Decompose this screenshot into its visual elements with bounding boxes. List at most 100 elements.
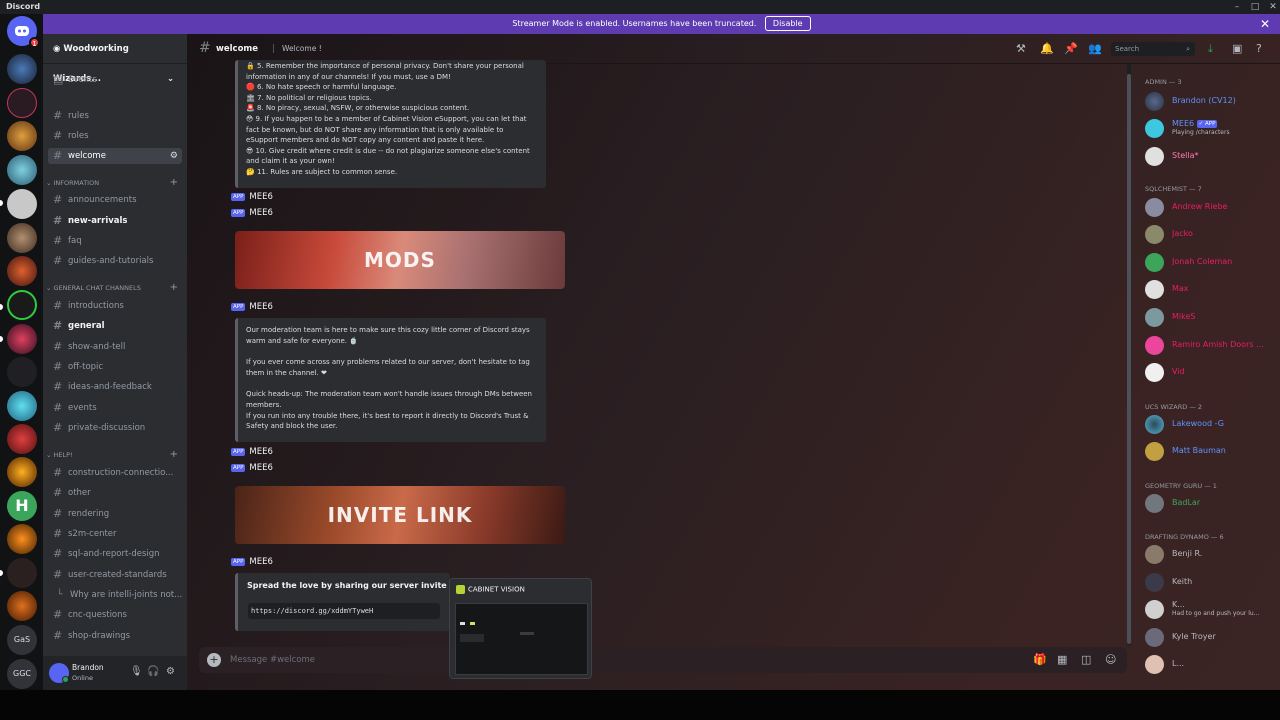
server-icon[interactable]: H bbox=[7, 491, 37, 521]
add-channel-icon[interactable]: + bbox=[170, 449, 178, 461]
server-icon[interactable] bbox=[7, 54, 37, 84]
channel-announcements[interactable]: # announcements bbox=[48, 192, 182, 208]
channel-guides[interactable]: # guides-and-tutorials bbox=[48, 253, 182, 269]
category-information[interactable]: ⌄ INFORMATION + bbox=[46, 177, 184, 189]
channel-rules[interactable]: # rules bbox=[48, 108, 182, 124]
sticker-icon[interactable]: ◫ bbox=[1081, 653, 1091, 666]
help-icon[interactable]: ? bbox=[1256, 42, 1262, 55]
minimize-icon[interactable]: – bbox=[1228, 0, 1246, 14]
server-ggc[interactable]: GGC bbox=[7, 659, 37, 689]
channel-off-topic[interactable]: # off-topic bbox=[48, 359, 182, 375]
server-icon[interactable] bbox=[7, 558, 37, 588]
emoji-icon[interactable]: ☺ bbox=[1105, 653, 1116, 666]
sidebar-item-events[interactable]: ▤ Events bbox=[48, 72, 182, 88]
mods-banner-image[interactable]: MODS bbox=[235, 231, 565, 289]
server-gas[interactable]: GaS bbox=[7, 625, 37, 655]
member-item[interactable]: MEE6 ✓ APP Playing /characters bbox=[1145, 118, 1275, 140]
invite-banner-image[interactable]: INVITE LINK bbox=[235, 486, 565, 544]
member-item[interactable]: Max bbox=[1145, 279, 1275, 301]
channel-welcome[interactable]: # welcome ⚙ bbox=[48, 148, 182, 164]
server-icon[interactable] bbox=[7, 189, 37, 219]
guild-header[interactable]: ◉ Woodworking Wizards... ⌄ bbox=[43, 34, 187, 84]
disable-streamer-button[interactable]: Disable bbox=[764, 16, 811, 31]
member-item[interactable]: Brandon (CV12) bbox=[1145, 91, 1275, 113]
thread-item[interactable]: └ Why are intelli-joints not... bbox=[48, 587, 182, 603]
member-item[interactable]: Benji R. bbox=[1145, 544, 1275, 566]
channel-user-created-standards[interactable]: # user-created-standards bbox=[48, 567, 182, 583]
server-icon[interactable] bbox=[7, 324, 37, 354]
add-channel-icon[interactable]: + bbox=[170, 177, 178, 189]
close-window-icon[interactable]: ✕ bbox=[1264, 0, 1280, 14]
channel-roles[interactable]: # roles bbox=[48, 128, 182, 144]
channel-s2m-center[interactable]: # s2m-center bbox=[48, 526, 182, 542]
search-input[interactable]: Search ⌕ bbox=[1111, 42, 1195, 56]
home-button[interactable]: 1 bbox=[7, 16, 40, 48]
message-author[interactable]: APP MEE6 bbox=[231, 447, 273, 459]
server-icon[interactable] bbox=[7, 391, 37, 421]
channel-ideas-and-feedback[interactable]: # ideas-and-feedback bbox=[48, 379, 182, 395]
member-item[interactable]: Jonah Coleman bbox=[1145, 252, 1275, 274]
headphones-icon[interactable]: 🎧 bbox=[147, 666, 159, 677]
member-item[interactable]: MikeS bbox=[1145, 307, 1275, 329]
message-author[interactable]: APP MEE6 bbox=[231, 192, 273, 204]
member-item[interactable]: L... bbox=[1145, 654, 1275, 676]
channel-shop-drawings[interactable]: # shop-drawings bbox=[48, 628, 182, 644]
window-preview-popup[interactable]: CABINET VISION bbox=[449, 578, 592, 679]
category-general-chat[interactable]: ⌄ GENERAL CHAT CHANNELS + bbox=[46, 282, 184, 294]
server-icon[interactable] bbox=[7, 424, 37, 454]
channel-sql-and-report[interactable]: # sql-and-report-design bbox=[48, 546, 182, 562]
member-item[interactable]: Matt Bauman bbox=[1145, 441, 1275, 463]
threads-icon[interactable]: ⚒ bbox=[1016, 42, 1026, 55]
channel-construction[interactable]: # construction-connectio... bbox=[48, 465, 182, 481]
add-channel-icon[interactable]: + bbox=[170, 282, 178, 294]
server-icon[interactable] bbox=[7, 591, 37, 621]
settings-gear-icon[interactable]: ⚙ bbox=[170, 148, 178, 164]
invite-link-code[interactable]: https://discord.gg/xddmYTyweH bbox=[248, 603, 440, 619]
server-icon[interactable] bbox=[7, 290, 37, 320]
gift-icon[interactable]: 🎁 bbox=[1033, 653, 1047, 666]
member-item[interactable]: Stella* bbox=[1145, 146, 1275, 168]
message-input[interactable]: Message #welcome bbox=[230, 655, 315, 665]
scroll-thumb[interactable] bbox=[1127, 74, 1131, 644]
member-item[interactable]: Ramiro Amish Doors ... bbox=[1145, 335, 1275, 357]
member-list-icon[interactable]: 👥 bbox=[1088, 42, 1102, 55]
category-help[interactable]: ⌄ HELP! + bbox=[46, 449, 184, 461]
preview-thumbnail[interactable] bbox=[455, 603, 588, 675]
channel-private-discussion[interactable]: # private-discussion bbox=[48, 420, 182, 436]
notification-bell-icon[interactable]: 🔔 bbox=[1040, 42, 1054, 55]
channel-cnc-questions[interactable]: # cnc-questions bbox=[48, 607, 182, 623]
message-author[interactable]: APP MEE6 bbox=[231, 208, 273, 220]
channel-general[interactable]: # general bbox=[48, 318, 182, 334]
message-composer[interactable]: + Message #welcome 🎁 ▦ ◫ ☺ bbox=[199, 647, 1127, 673]
member-item[interactable]: BadLar bbox=[1145, 493, 1275, 515]
message-author[interactable]: APP MEE6 bbox=[231, 557, 273, 569]
server-icon[interactable] bbox=[7, 88, 37, 118]
download-icon[interactable]: ⤓ bbox=[1208, 42, 1213, 56]
channel-events[interactable]: # events bbox=[48, 400, 182, 416]
member-scrollbar[interactable] bbox=[1127, 64, 1131, 646]
channel-other[interactable]: # other bbox=[48, 485, 182, 501]
member-item[interactable]: Andrew Riebe bbox=[1145, 197, 1275, 219]
member-item[interactable]: Keith bbox=[1145, 572, 1275, 594]
server-icon[interactable] bbox=[7, 457, 37, 487]
server-icon[interactable] bbox=[7, 524, 37, 554]
channel-new-arrivals[interactable]: # new-arrivals bbox=[48, 213, 182, 229]
channel-introductions[interactable]: # introductions bbox=[48, 298, 182, 314]
maximize-icon[interactable]: □ bbox=[1246, 0, 1264, 14]
channel-faq[interactable]: # faq bbox=[48, 233, 182, 249]
server-icon[interactable] bbox=[7, 121, 37, 151]
inbox-icon[interactable]: ▣ bbox=[1232, 42, 1242, 55]
gif-icon[interactable]: ▦ bbox=[1057, 653, 1067, 666]
member-item[interactable]: Kyle Troyer bbox=[1145, 627, 1275, 649]
member-item[interactable]: K... Had to go and push your lu... bbox=[1145, 599, 1275, 621]
add-attachment-icon[interactable]: + bbox=[207, 653, 221, 667]
message-author[interactable]: APP MEE6 bbox=[231, 463, 273, 475]
channel-rendering[interactable]: # rendering bbox=[48, 506, 182, 522]
user-settings-gear-icon[interactable]: ⚙ bbox=[166, 666, 175, 677]
pin-icon[interactable]: 📌 bbox=[1064, 42, 1078, 55]
member-item[interactable]: Jacko bbox=[1145, 224, 1275, 246]
server-icon[interactable] bbox=[7, 155, 37, 185]
message-author[interactable]: APP MEE6 bbox=[231, 302, 273, 314]
channel-show-and-tell[interactable]: # show-and-tell bbox=[48, 339, 182, 355]
member-item[interactable]: Lakewood -G bbox=[1145, 414, 1275, 436]
